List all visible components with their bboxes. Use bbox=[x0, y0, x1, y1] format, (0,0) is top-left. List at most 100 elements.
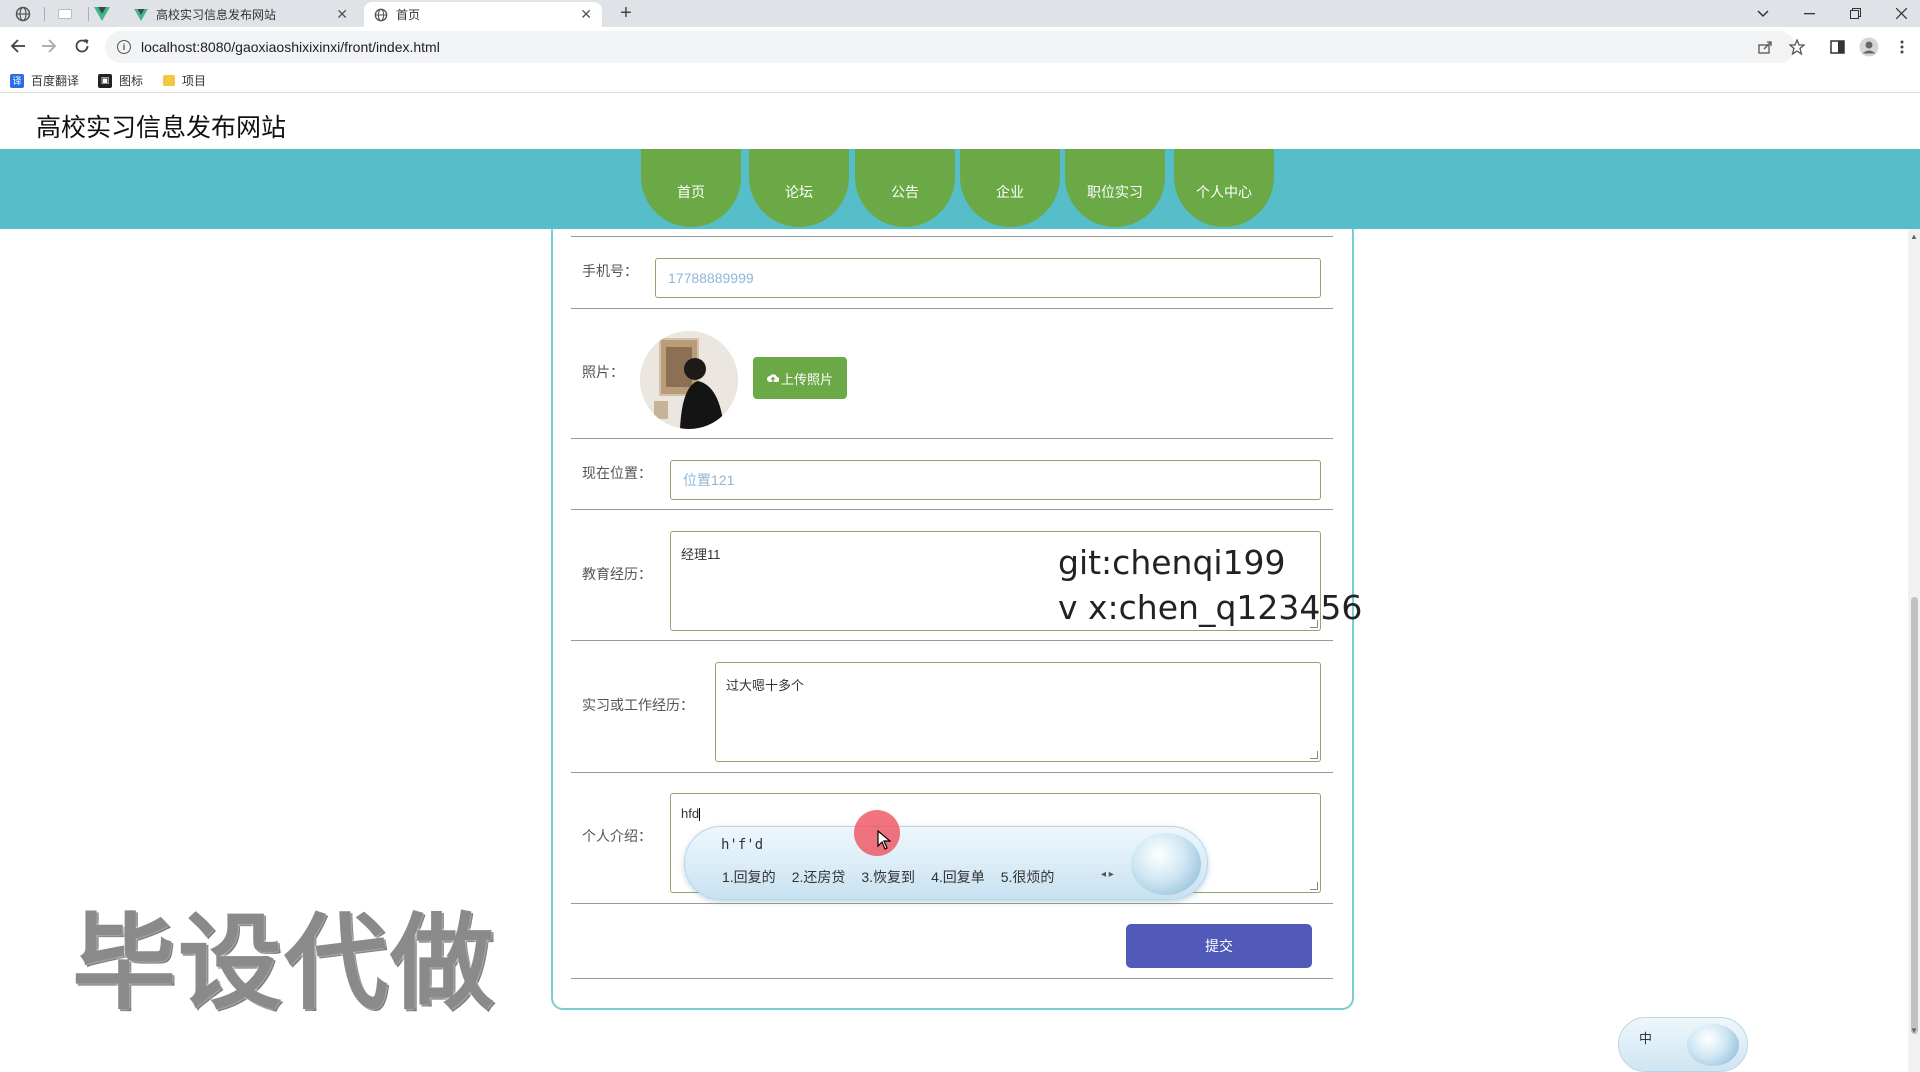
scroll-down-arrow-icon[interactable]: ▼ bbox=[1909, 1026, 1919, 1036]
ime-candidate-window: h'f'd 1.回复的 2.还房贷 3.恢复到 4.回复单 5.很烦的 ◂ ▸ bbox=[684, 826, 1208, 900]
bookmark-label: 项目 bbox=[182, 74, 207, 88]
row-divider bbox=[571, 978, 1333, 979]
education-label: 教育经历： bbox=[582, 566, 652, 582]
close-icon bbox=[1895, 8, 1907, 19]
location-label: 现在位置： bbox=[582, 465, 652, 481]
row-divider bbox=[571, 509, 1333, 510]
pinned-tab-vue[interactable] bbox=[83, 3, 121, 25]
ime-skin-bubble-icon bbox=[1131, 833, 1201, 895]
image-icon: ▣ bbox=[98, 73, 112, 88]
arrow-left-icon bbox=[10, 39, 25, 53]
restore-button[interactable] bbox=[1832, 0, 1878, 27]
ime-candidate[interactable]: 1.回复的 bbox=[722, 867, 776, 887]
tab-title: 高校实习信息发布网站 bbox=[156, 8, 277, 22]
ime-candidate[interactable]: 4.回复单 bbox=[931, 867, 985, 887]
address-url: localhost:8080/gaoxiaoshixixinxi/front/i… bbox=[141, 39, 440, 55]
tab-home[interactable]: 首页 ✕ bbox=[364, 2, 602, 27]
bookmark-label: 图标 bbox=[119, 74, 144, 88]
photo-label: 照片： bbox=[582, 364, 624, 380]
close-icon[interactable]: ✕ bbox=[580, 6, 592, 23]
intro-value: hfd bbox=[681, 806, 700, 821]
kebab-menu-icon bbox=[1900, 40, 1904, 54]
vue-icon bbox=[94, 7, 110, 21]
tab-separator bbox=[44, 7, 45, 21]
address-bar[interactable]: i localhost:8080/gaoxiaoshixixinxi/front… bbox=[105, 31, 1795, 63]
minimize-icon bbox=[1803, 12, 1815, 14]
arrow-right-icon bbox=[42, 39, 57, 53]
pinned-tab-globe[interactable] bbox=[4, 3, 42, 25]
row-divider bbox=[571, 903, 1333, 904]
translate-icon: 译 bbox=[10, 73, 24, 88]
row-divider bbox=[571, 308, 1333, 309]
share-button[interactable] bbox=[1753, 35, 1777, 59]
browser-tab-strip: 高校实习信息发布网站 ✕ 首页 ✕ + bbox=[0, 0, 1920, 27]
chevron-down-icon bbox=[1757, 9, 1769, 17]
experience-textarea[interactable]: 过大嗯十多个 bbox=[715, 662, 1321, 762]
profile-button[interactable] bbox=[1857, 35, 1881, 59]
close-icon[interactable]: ✕ bbox=[336, 6, 348, 23]
star-icon bbox=[1789, 39, 1805, 55]
row-divider bbox=[571, 236, 1333, 237]
experience-value: 过大嗯十多个 bbox=[726, 678, 805, 693]
site-title: 高校实习信息发布网站 bbox=[36, 113, 287, 142]
side-panel-icon bbox=[1829, 40, 1845, 54]
folder-icon bbox=[163, 75, 175, 86]
info-icon[interactable]: i bbox=[117, 40, 131, 54]
bookmark-item-icons[interactable]: ▣ 图标 bbox=[98, 72, 143, 89]
tab-search-button[interactable] bbox=[1740, 0, 1786, 27]
new-tab-button[interactable]: + bbox=[614, 2, 638, 25]
upload-photo-button[interactable]: 上传照片 bbox=[753, 357, 847, 399]
overlay-line-git: git:chenqi199 bbox=[1058, 543, 1286, 582]
row-divider bbox=[571, 438, 1333, 439]
tab-site[interactable]: 高校实习信息发布网站 ✕ bbox=[124, 2, 358, 27]
pinned-tab-blank[interactable] bbox=[46, 3, 84, 25]
ime-candidate[interactable]: 5.很烦的 bbox=[1001, 867, 1055, 887]
upload-photo-label: 上传照片 bbox=[780, 371, 833, 387]
mouse-cursor-icon bbox=[877, 829, 892, 855]
restore-icon bbox=[1849, 8, 1861, 19]
row-divider bbox=[571, 772, 1333, 773]
location-input[interactable]: 位置121 bbox=[670, 460, 1321, 500]
overlay-line-wechat: v x:chen_q123456 bbox=[1058, 588, 1363, 627]
submit-button[interactable]: 提交 bbox=[1126, 924, 1312, 968]
cloud-upload-icon bbox=[767, 374, 779, 382]
bookmark-star-button[interactable] bbox=[1785, 35, 1809, 59]
bookmark-item-project[interactable]: 项目 bbox=[163, 72, 206, 89]
avatar bbox=[640, 331, 738, 429]
resize-grip-icon[interactable] bbox=[1310, 751, 1318, 759]
menu-button[interactable] bbox=[1890, 35, 1914, 59]
ime-candidate[interactable]: 3.恢复到 bbox=[861, 867, 915, 887]
window-close-button[interactable] bbox=[1878, 0, 1920, 27]
scroll-up-arrow-icon[interactable]: ▲ bbox=[1909, 232, 1919, 242]
tab-title: 首页 bbox=[396, 8, 421, 22]
share-icon bbox=[1757, 41, 1772, 54]
bookmarks-bar: 译 百度翻译 ▣ 图标 项目 bbox=[0, 67, 1920, 93]
ime-status-bar[interactable]: 中 bbox=[1618, 1017, 1748, 1072]
browser-toolbar: i localhost:8080/gaoxiaoshixixinxi/front… bbox=[0, 27, 1920, 67]
side-panel-button[interactable] bbox=[1825, 35, 1849, 59]
ime-candidate-list: 1.回复的 2.还房贷 3.恢复到 4.回复单 5.很烦的 bbox=[722, 867, 1054, 887]
contact-overlay: git:chenqi199 v x:chen_q123456 bbox=[1058, 540, 1362, 630]
text-caret bbox=[699, 808, 701, 822]
reload-icon bbox=[75, 39, 89, 53]
bookmark-item-translate[interactable]: 译 百度翻译 bbox=[10, 72, 79, 89]
scrollbar-thumb[interactable] bbox=[1911, 597, 1918, 1034]
ime-composition: h'f'd bbox=[721, 837, 764, 853]
resize-grip-icon[interactable] bbox=[1310, 882, 1318, 890]
ime-skin-bubble-icon bbox=[1687, 1024, 1739, 1066]
ime-candidate[interactable]: 2.还房贷 bbox=[792, 867, 846, 887]
minimize-button[interactable] bbox=[1786, 0, 1832, 27]
row-divider bbox=[571, 640, 1333, 641]
globe-icon bbox=[15, 6, 31, 22]
forward-button[interactable] bbox=[38, 35, 60, 57]
ime-page-arrows[interactable]: ◂ ▸ bbox=[1101, 869, 1114, 880]
back-button[interactable] bbox=[7, 35, 29, 57]
phone-input[interactable]: 17788889999 bbox=[655, 258, 1321, 298]
reload-button[interactable] bbox=[71, 35, 93, 57]
experience-label: 实习或工作经历： bbox=[582, 697, 694, 713]
intro-label: 个人介绍： bbox=[582, 828, 652, 844]
avatar-icon bbox=[1859, 37, 1879, 57]
blank-page-icon bbox=[58, 9, 72, 19]
globe-icon bbox=[374, 8, 388, 21]
vue-icon bbox=[134, 8, 148, 21]
